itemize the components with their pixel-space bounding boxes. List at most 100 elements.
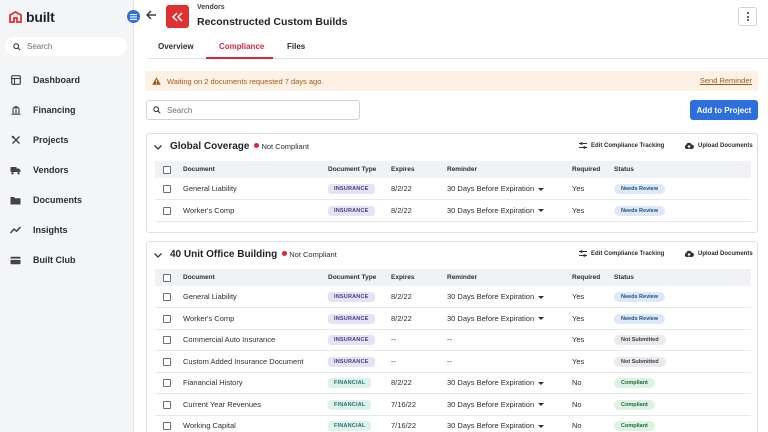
column-header[interactable]: Document: [183, 269, 328, 286]
status-badge: Needs Review: [614, 313, 665, 324]
add-to-project-button[interactable]: Add to Project: [690, 100, 758, 120]
column-header[interactable]: Document Type: [328, 161, 391, 178]
row-checkbox[interactable]: [163, 314, 171, 323]
reminder-dropdown[interactable]: 30 Days Before Expiration: [447, 415, 572, 432]
main-search[interactable]: [146, 100, 360, 120]
reminder-value: 30 Days Before Expiration: [447, 421, 535, 431]
table-row[interactable]: Worker's Comp INSURANCE 8/2/22 30 Days Befo…: [155, 199, 751, 222]
upload-documents-button[interactable]: Upload Documents: [684, 250, 753, 258]
document-name[interactable]: Worker's Comp: [183, 307, 328, 330]
column-header[interactable]: Expires: [391, 269, 447, 286]
sidebar-item-dashboard[interactable]: Dashboard: [10, 73, 80, 87]
document-name[interactable]: Commercial Auto Insurance: [183, 329, 328, 351]
sidebar-search-input[interactable]: [27, 42, 117, 51]
upload-documents-button[interactable]: Upload Documents: [684, 142, 753, 150]
row-checkbox[interactable]: [163, 422, 171, 431]
select-all-checkbox[interactable]: [163, 273, 171, 282]
built-logo-icon: [9, 11, 22, 23]
column-header[interactable]: Expires: [391, 161, 447, 178]
chevron-down-icon[interactable]: [154, 251, 162, 260]
column-header[interactable]: Status: [614, 269, 751, 286]
search-input[interactable]: [167, 105, 347, 115]
reminder-dropdown[interactable]: 30 Days Before Expiration: [447, 307, 572, 330]
sidebar-collapse-button[interactable]: [127, 10, 140, 23]
select-all-checkbox[interactable]: [163, 165, 171, 174]
column-header[interactable]: Reminder: [447, 161, 572, 178]
sidebar-item-documents[interactable]: Documents: [10, 193, 82, 207]
documents-table: Document Document Type Expires Reminder Requ…: [155, 161, 751, 222]
sidebar-item-financing[interactable]: Financing: [10, 103, 76, 117]
document-name[interactable]: General Liability: [183, 286, 328, 308]
sidebar-item-label: Projects: [33, 135, 69, 145]
breadcrumb[interactable]: Vendors: [197, 4, 225, 11]
pending-documents-alert: Waiting on 2 documents requested 7 days …: [145, 71, 758, 91]
table-row[interactable]: Fianancial History FINANCIAL 8/2/22 30 Days…: [155, 372, 751, 394]
reminder-dropdown[interactable]: 30 Days Before Expiration: [447, 286, 572, 308]
row-select-cell: [155, 415, 183, 432]
table-row[interactable]: General Liability INSURANCE 8/2/22 30 Days …: [155, 178, 751, 200]
reminder-dropdown[interactable]: 30 Days Before Expiration: [447, 372, 572, 394]
column-header[interactable]: Required: [572, 161, 614, 178]
sliders-icon: [579, 142, 587, 149]
column-header[interactable]: Document: [183, 161, 328, 178]
tab-files[interactable]: Files: [287, 42, 305, 51]
row-checkbox[interactable]: [163, 293, 171, 301]
column-header[interactable]: Status: [614, 161, 751, 178]
logo[interactable]: built: [9, 9, 55, 25]
table-row[interactable]: General Liability INSURANCE 8/2/22 30 Days …: [155, 286, 751, 308]
edit-compliance-tracking-button[interactable]: Edit Compliance Tracking: [579, 142, 664, 149]
row-checkbox[interactable]: [163, 357, 171, 366]
table-row[interactable]: Commercial Auto Insurance INSURANCE -- -- Ye…: [155, 329, 751, 351]
chevron-down-icon[interactable]: [154, 143, 162, 152]
row-checkbox[interactable]: [163, 400, 171, 409]
document-name[interactable]: Working Capital: [183, 415, 328, 432]
send-reminder-link[interactable]: Send Reminder: [700, 76, 752, 85]
sidebar-item-projects[interactable]: Projects: [10, 133, 69, 147]
sidebar-item-label: Dashboard: [33, 75, 81, 85]
row-checkbox[interactable]: [163, 185, 171, 193]
caret-down-icon: [538, 187, 545, 191]
tab-overview[interactable]: Overview: [158, 42, 194, 51]
reminder-dropdown[interactable]: 30 Days Before Expiration: [447, 199, 572, 222]
column-header[interactable]: Document Type: [328, 269, 391, 286]
required-value: Yes: [572, 286, 614, 308]
document-name[interactable]: Custom Added Insurance Document: [183, 350, 328, 373]
sidebar-item-vendors[interactable]: Vendors: [10, 163, 69, 177]
sidebar-search[interactable]: [5, 37, 127, 56]
sidebar-item-built-club[interactable]: Built Club: [10, 253, 76, 267]
document-type-cell: INSURANCE: [328, 286, 391, 308]
more-options-button[interactable]: [738, 7, 757, 26]
table-row[interactable]: Worker's Comp INSURANCE 8/2/22 30 Days Befo…: [155, 307, 751, 330]
table-header-row: Document Document Type Expires Reminder Requ…: [155, 161, 751, 178]
back-button[interactable]: [146, 10, 157, 22]
document-name[interactable]: Worker's Comp: [183, 199, 328, 222]
project-title: Global Coverage Not Compliant: [170, 141, 309, 152]
row-select-cell: [155, 199, 183, 222]
document-name[interactable]: Current Year Revenues: [183, 393, 328, 416]
reminder-dropdown[interactable]: 30 Days Before Expiration: [447, 393, 572, 416]
edit-compliance-label: Edit Compliance Tracking: [591, 250, 665, 257]
document-name[interactable]: General Liability: [183, 178, 328, 200]
reminder-dropdown[interactable]: 30 Days Before Expiration: [447, 178, 572, 200]
row-checkbox[interactable]: [163, 379, 171, 388]
kebab-dot: [746, 19, 749, 21]
row-checkbox[interactable]: [163, 336, 171, 345]
sidebar-item-label: Insights: [33, 225, 68, 235]
reminder-value: --: [447, 329, 572, 351]
document-name[interactable]: Fianancial History: [183, 372, 328, 394]
expires-date: 8/2/22: [391, 286, 447, 308]
sidebar-item-insights[interactable]: Insights: [10, 223, 68, 237]
tab-compliance[interactable]: Compliance: [219, 42, 264, 51]
document-type-badge: INSURANCE: [328, 356, 375, 367]
table-row[interactable]: Working Capital FINANCIAL 7/16/22 30 Days B…: [155, 415, 751, 432]
column-header[interactable]: Required: [572, 269, 614, 286]
edit-compliance-tracking-button[interactable]: Edit Compliance Tracking: [579, 250, 664, 257]
reminder-value: 30 Days Before Expiration: [447, 399, 535, 409]
status-badge: Needs Review: [614, 184, 665, 194]
row-checkbox[interactable]: [163, 206, 171, 215]
edit-compliance-label: Edit Compliance Tracking: [591, 142, 665, 149]
table-row[interactable]: Custom Added Insurance Document INSURANCE…: [155, 350, 751, 373]
table-row[interactable]: Current Year Revenues FINANCIAL 7/16/22 30 …: [155, 393, 751, 416]
status-cell: Needs Review: [614, 286, 751, 308]
column-header[interactable]: Reminder: [447, 269, 572, 286]
